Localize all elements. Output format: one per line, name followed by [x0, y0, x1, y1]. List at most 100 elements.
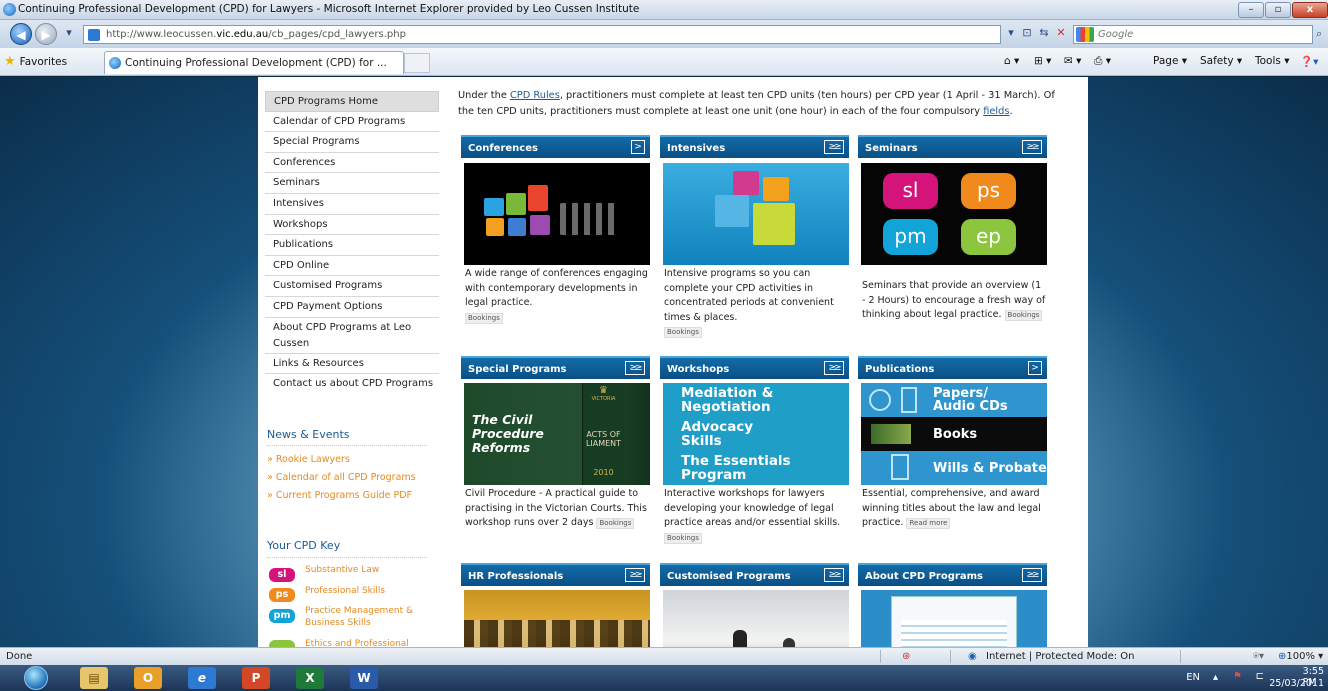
- workshops-image[interactable]: Mediation & Negotiation Advocacy Skills Th…: [663, 383, 849, 485]
- sidebar-item-publications[interactable]: Publications: [265, 235, 439, 256]
- double-arrow-icon[interactable]: ≥≥: [824, 568, 844, 582]
- cpd-rules-link[interactable]: CPD Rules: [510, 90, 560, 101]
- intensives-image[interactable]: [663, 163, 849, 265]
- new-tab-button[interactable]: [404, 53, 430, 73]
- action-center-icon[interactable]: ⚑: [1233, 671, 1242, 682]
- security-zone[interactable]: Internet | Protected Mode: On: [986, 651, 1134, 662]
- card-header-workshops[interactable]: Workshops ≥≥: [660, 356, 849, 379]
- bookings-button[interactable]: Bookings: [664, 532, 702, 544]
- popup-blocker-icon[interactable]: ⊛: [902, 651, 910, 662]
- tools-menu[interactable]: Tools ▾: [1255, 55, 1289, 67]
- internet-explorer-taskbar-icon[interactable]: e: [188, 667, 216, 689]
- tray-expand-icon[interactable]: ▴: [1213, 672, 1218, 683]
- print-icon[interactable]: ⎙ ▾: [1094, 55, 1111, 68]
- sidebar-item-links-resources[interactable]: Links & Resources: [265, 354, 439, 375]
- news-link-programs-guide[interactable]: » Current Programs Guide PDF: [267, 490, 412, 501]
- search-input[interactable]: Google: [1073, 25, 1313, 44]
- language-indicator[interactable]: EN: [1186, 672, 1200, 683]
- card-header-publications[interactable]: Publications >: [858, 356, 1047, 379]
- history-dropdown-icon[interactable]: ▾: [62, 23, 76, 43]
- double-arrow-icon[interactable]: ≥≥: [625, 361, 645, 375]
- case-icon: [901, 387, 917, 413]
- zoom-level[interactable]: ⊕100% ▾: [1278, 651, 1323, 662]
- key-badge-ethics: [269, 640, 295, 647]
- sidebar-item-special-programs[interactable]: Special Programs: [265, 132, 439, 153]
- network-icon[interactable]: ⊏: [1256, 671, 1264, 682]
- news-link-rookie-lawyers[interactable]: » Rookie Lawyers: [267, 454, 350, 465]
- double-arrow-icon[interactable]: ≥≥: [824, 361, 844, 375]
- arrow-icon[interactable]: >: [1028, 361, 1042, 375]
- card-header-hr-professionals[interactable]: HR Professionals ≥≥: [461, 563, 650, 586]
- customised-programs-image[interactable]: [663, 590, 849, 647]
- excel-taskbar-icon[interactable]: X: [296, 667, 324, 689]
- protection-icon[interactable]: ⍟▾: [1253, 651, 1264, 662]
- bookings-button[interactable]: Bookings: [1004, 310, 1043, 321]
- help-icon[interactable]: ❓▾: [1300, 55, 1318, 68]
- word-taskbar-icon[interactable]: W: [350, 667, 378, 689]
- bookings-button[interactable]: Bookings: [465, 312, 503, 324]
- back-button[interactable]: ◀: [10, 23, 32, 45]
- home-icon[interactable]: ⌂ ▾: [1004, 55, 1019, 67]
- arrow-icon[interactable]: >: [631, 140, 645, 154]
- refresh-icon[interactable]: ⇆: [1036, 23, 1052, 43]
- news-link-calendar[interactable]: » Calendar of all CPD Programs: [267, 472, 416, 483]
- feeds-icon[interactable]: ⊞ ▾: [1034, 55, 1051, 67]
- address-dropdown-icon[interactable]: ▾: [1004, 23, 1018, 43]
- address-url: http://www.leocussen.vic.edu.au/cb_pages…: [106, 29, 406, 40]
- news-heading: News & Events: [267, 428, 350, 441]
- address-bar[interactable]: http://www.leocussen.vic.edu.au/cb_pages…: [83, 25, 1001, 44]
- sidebar-item-contact[interactable]: Contact us about CPD Programs: [265, 374, 439, 395]
- sidebar-item-calendar[interactable]: Calendar of CPD Programs: [265, 112, 439, 133]
- status-text: Done: [6, 651, 33, 662]
- sidebar-item-customised-programs[interactable]: Customised Programs: [265, 276, 439, 297]
- browser-tab[interactable]: Continuing Professional Development (CPD…: [104, 51, 404, 74]
- fields-link[interactable]: fields: [983, 106, 1009, 117]
- card-hr-professionals: HR Professionals ≥≥: [461, 563, 650, 647]
- bookings-button[interactable]: Bookings: [664, 327, 702, 338]
- sidebar-item-about[interactable]: About CPD Programs at Leo Cussen: [265, 318, 439, 354]
- publications-image[interactable]: Papers/Audio CDs Books Wills & Probate: [861, 383, 1047, 485]
- hr-professionals-image[interactable]: [464, 590, 650, 647]
- sidebar-item-seminars[interactable]: Seminars: [265, 173, 439, 194]
- card-header-about-cpd-programs[interactable]: About CPD Programs ≥≥: [858, 563, 1047, 586]
- sidebar-item-conferences[interactable]: Conferences: [265, 153, 439, 174]
- sidebar-item-payment-options[interactable]: CPD Payment Options: [265, 297, 439, 318]
- start-button[interactable]: [24, 666, 48, 690]
- about-cpd-programs-image[interactable]: [861, 590, 1047, 647]
- card-header-customised-programs[interactable]: Customised Programs ≥≥: [660, 563, 849, 586]
- card-header-seminars[interactable]: Seminars ≥≥: [858, 135, 1047, 158]
- safety-menu[interactable]: Safety ▾: [1200, 55, 1242, 67]
- card-header-special-programs[interactable]: Special Programs ≥≥: [461, 356, 650, 379]
- forward-button[interactable]: ▶: [35, 23, 57, 45]
- seminars-image[interactable]: sl ps pm ep: [861, 163, 1047, 265]
- stop-icon[interactable]: ✕: [1053, 23, 1069, 43]
- close-button[interactable]: x: [1292, 2, 1328, 18]
- bookings-button[interactable]: Bookings: [596, 518, 635, 529]
- sidebar-item-cpd-programs-home[interactable]: CPD Programs Home: [265, 91, 439, 112]
- explorer-taskbar-icon[interactable]: ▤: [80, 667, 108, 689]
- double-arrow-icon[interactable]: ≥≥: [1022, 568, 1042, 582]
- card-workshops: Workshops ≥≥ Mediation & Negotiation Advoc…: [660, 356, 849, 545]
- special-programs-image[interactable]: The Civil Procedure Reforms ♛ VICTORIA ACT…: [464, 383, 650, 485]
- card-header-intensives[interactable]: Intensives ≥≥: [660, 135, 849, 158]
- card-header-conferences[interactable]: Conferences >: [461, 135, 650, 158]
- maximize-button[interactable]: ▫: [1265, 2, 1291, 18]
- double-arrow-icon[interactable]: ≥≥: [625, 568, 645, 582]
- clock-date[interactable]: 25/03/2011: [1269, 678, 1324, 689]
- read-more-button[interactable]: Read more: [906, 518, 951, 529]
- powerpoint-taskbar-icon[interactable]: P: [242, 667, 270, 689]
- outlook-taskbar-icon[interactable]: O: [134, 667, 162, 689]
- sidebar-item-workshops[interactable]: Workshops: [265, 215, 439, 236]
- compatibility-view-icon[interactable]: ⊡: [1019, 23, 1035, 43]
- page-menu[interactable]: Page ▾: [1153, 55, 1187, 67]
- conferences-image[interactable]: [464, 163, 650, 265]
- double-arrow-icon[interactable]: ≥≥: [824, 140, 844, 154]
- sidebar-item-intensives[interactable]: Intensives: [265, 194, 439, 215]
- minimize-button[interactable]: –: [1238, 2, 1264, 18]
- search-icon[interactable]: ⌕: [1316, 27, 1322, 41]
- double-arrow-icon[interactable]: ≥≥: [1022, 140, 1042, 154]
- mail-icon[interactable]: ✉ ▾: [1064, 55, 1081, 67]
- workshop-essentials: The Essentials Program: [681, 453, 791, 483]
- sidebar-item-cpd-online[interactable]: CPD Online: [265, 256, 439, 277]
- favorites-button[interactable]: ★ Favorites: [4, 54, 67, 69]
